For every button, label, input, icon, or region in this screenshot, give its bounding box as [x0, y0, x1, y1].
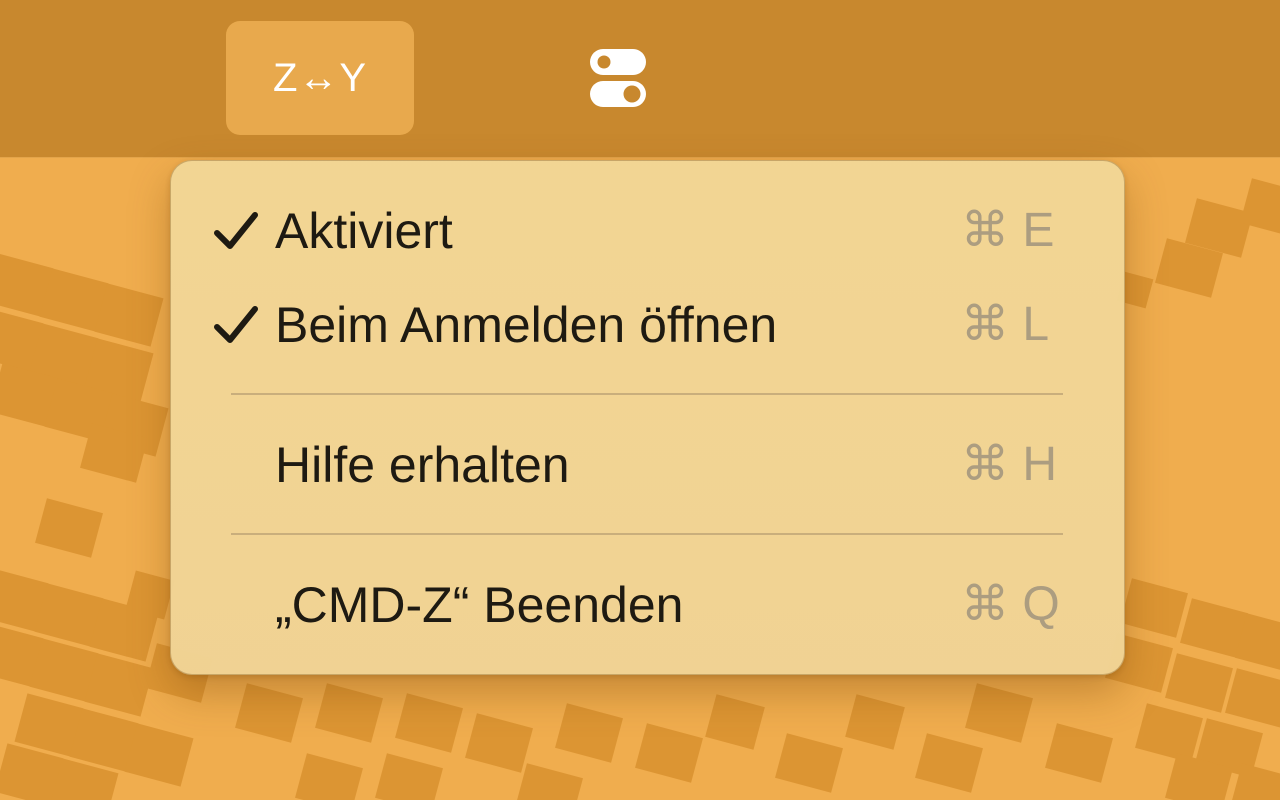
menu-item-shortcut: ⌘ L [961, 298, 1050, 351]
zy-status-item[interactable]: Z↔Y [226, 21, 414, 135]
menu-separator [231, 533, 1063, 535]
menu-item-label: Beim Anmelden öffnen [275, 297, 778, 353]
menu-item-label: Hilfe erhalten [275, 437, 570, 493]
menu-item-get-help[interactable]: Hilfe erhalten ⌘ H [171, 425, 1124, 505]
menu-item-open-at-login[interactable]: Beim Anmelden öffnen ⌘ L [171, 285, 1124, 365]
toggle-status-item[interactable] [570, 32, 666, 124]
menu-item-label: „CMD-Z“ Beenden [275, 577, 684, 633]
menu-item-activated[interactable]: Aktiviert ⌘ E [171, 191, 1124, 271]
menu-bar: Z↔Y [0, 0, 1280, 157]
zy-status-label: Z↔Y [272, 55, 368, 100]
toggle-switches-icon [590, 49, 646, 107]
menu-item-shortcut: ⌘ Q [961, 578, 1060, 631]
menu-separator [231, 393, 1063, 395]
menu-item-quit[interactable]: „CMD-Z“ Beenden ⌘ Q [171, 565, 1124, 645]
desktop: Z↔Y Aktiviert ⌘ E Beim Anmelden öffnen ⌘… [0, 0, 1280, 800]
checkmark-icon [214, 212, 258, 249]
menu-item-shortcut: ⌘ H [961, 438, 1057, 491]
menu-item-shortcut: ⌘ E [961, 204, 1055, 257]
checkmark-icon [214, 306, 258, 343]
status-dropdown-menu: Aktiviert ⌘ E Beim Anmelden öffnen ⌘ L H… [170, 160, 1125, 675]
menu-item-label: Aktiviert [275, 203, 453, 259]
